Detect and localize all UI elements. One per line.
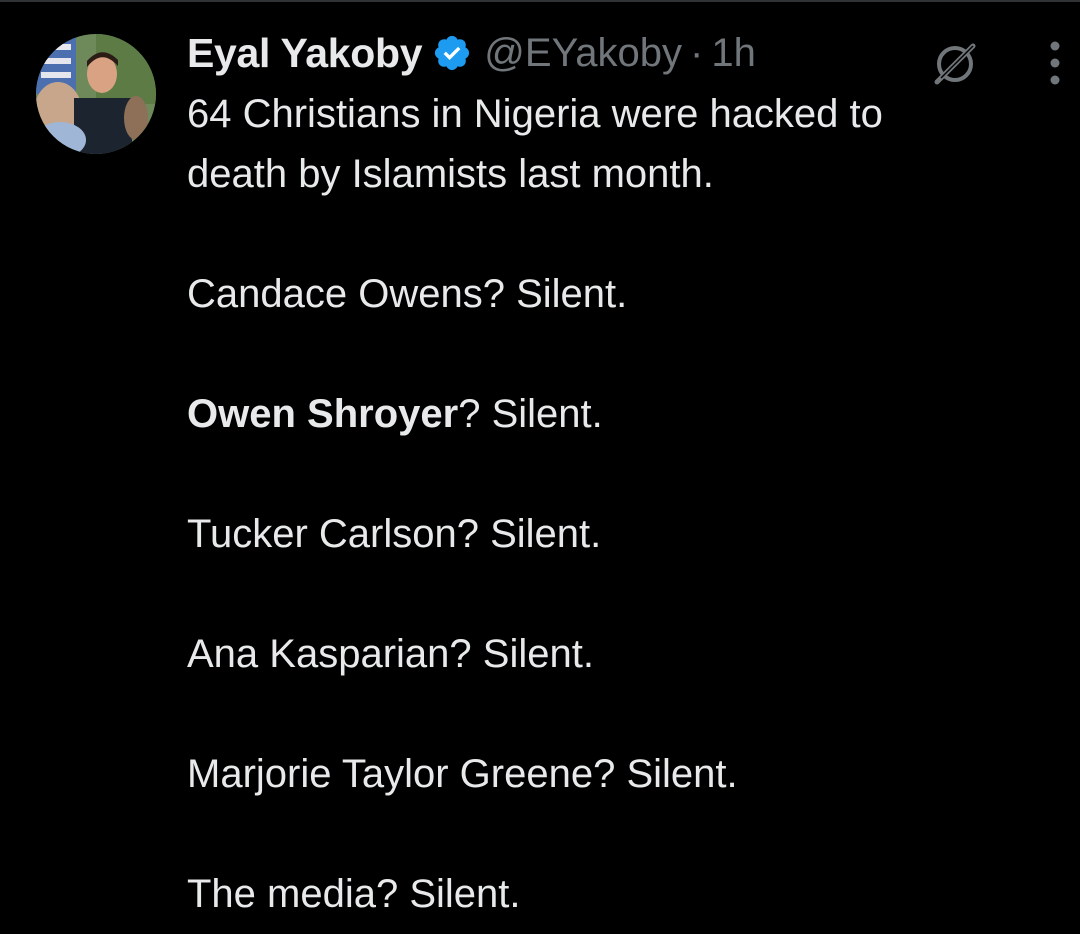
grok-icon[interactable]: [927, 36, 983, 92]
tweet-line: Marjorie Taylor Greene? Silent.: [187, 752, 738, 796]
more-vertical-icon[interactable]: [1043, 36, 1067, 92]
tweet-line: 64 Christians in Nigeria were hacked to: [187, 92, 883, 136]
header-separator: ·: [690, 30, 704, 75]
avatar[interactable]: [36, 34, 156, 154]
tweet-timestamp[interactable]: 1h: [711, 31, 756, 76]
tweet-line: Ana Kasparian? Silent.: [187, 632, 594, 676]
author-display-name[interactable]: Eyal Yakoby: [187, 30, 423, 77]
tweet-line: Owen Shroyer? Silent.: [187, 384, 1067, 444]
line-rest: ? Silent.: [458, 392, 603, 436]
tweet-body: 64 Christians in Nigeria were hacked to …: [187, 84, 1067, 924]
tweet: Eyal Yakoby @EYakoby · 1h 64 Christians …: [187, 22, 1067, 924]
tweet-line: The media? Silent.: [187, 872, 521, 916]
header-actions: [927, 36, 1067, 92]
author-handle[interactable]: @EYakoby: [484, 31, 682, 76]
tweet-line: death by Islamists last month.: [187, 152, 714, 196]
top-divider: [0, 0, 1080, 2]
tweet-line: Tucker Carlson? Silent.: [187, 512, 602, 556]
bold-name: Owen Shroyer: [187, 392, 459, 436]
verified-badge-icon[interactable]: [432, 33, 472, 73]
tweet-line: Candace Owens? Silent.: [187, 272, 628, 316]
